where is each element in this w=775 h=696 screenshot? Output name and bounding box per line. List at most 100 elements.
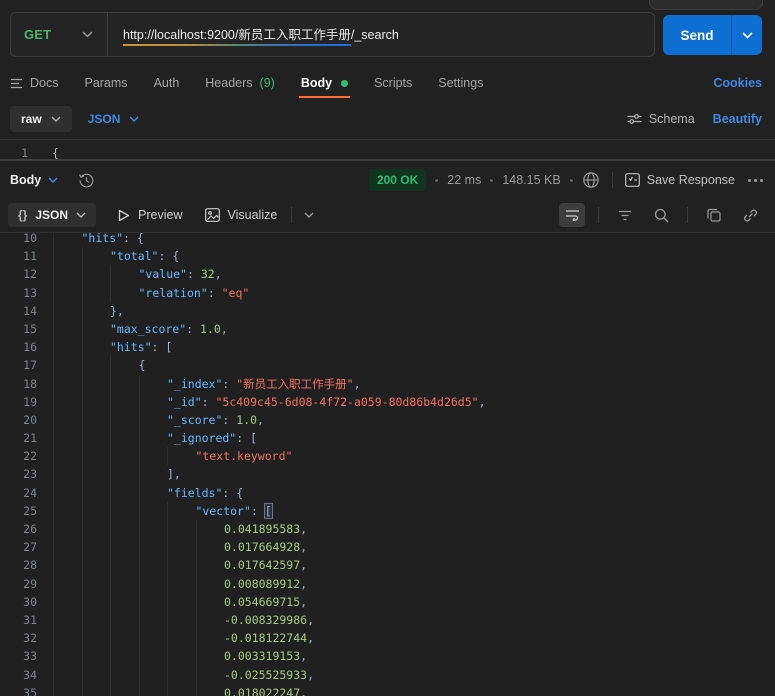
indent-guide <box>110 465 139 483</box>
body-language-dropdown[interactable]: JSON <box>88 112 140 126</box>
indent-guide <box>82 538 111 556</box>
indent-guide <box>196 593 225 611</box>
line-content: "max_score": 1.0, <box>53 320 228 338</box>
indent-guide <box>196 575 225 593</box>
json-punctuation: , <box>307 668 314 682</box>
code-line: 22"text.keyword" <box>0 447 775 465</box>
indent-guide <box>139 375 168 393</box>
indent-guide <box>167 629 196 647</box>
schema-button[interactable]: Schema <box>627 112 695 126</box>
line-number: 30 <box>0 593 37 611</box>
line-content: -0.025525933, <box>53 666 314 684</box>
divider <box>612 172 613 188</box>
tab-auth[interactable]: Auth <box>154 68 180 98</box>
body-mode-dropdown[interactable]: raw <box>10 106 72 132</box>
network-info-icon[interactable] <box>582 171 600 189</box>
indent-guide <box>196 538 225 556</box>
json-key: "max_score" <box>110 322 186 336</box>
line-content: 0.008089912, <box>53 575 307 593</box>
line-number: 11 <box>0 247 37 265</box>
editor-line-number: 1 <box>0 140 28 159</box>
tab-headers[interactable]: Headers (9) <box>205 68 275 98</box>
tab-body[interactable]: Body <box>301 68 348 98</box>
response-body-dropdown[interactable]: Body <box>10 173 58 187</box>
line-number: 23 <box>0 465 37 483</box>
indent-guide <box>53 338 82 356</box>
json-punctuation: , <box>300 522 307 536</box>
line-content: 0.018022247, <box>53 684 307 696</box>
copy-icon[interactable] <box>701 203 727 227</box>
send-button-group: Send <box>663 15 762 55</box>
code-line: 32-0.018122744, <box>0 629 775 647</box>
indent-guide <box>196 666 225 684</box>
json-number: 1.0 <box>236 413 257 427</box>
editor-line-text: { <box>52 140 59 159</box>
indent-guide <box>110 666 139 684</box>
response-history-icon[interactable] <box>78 172 95 189</box>
code-line: 25"vector": [ <box>0 502 775 520</box>
pane-resize-handle[interactable] <box>0 159 775 161</box>
line-content: 0.003319153, <box>53 647 307 665</box>
more-options-icon[interactable] <box>748 179 763 182</box>
wrap-text-icon[interactable] <box>559 203 585 227</box>
indent-guide <box>53 593 82 611</box>
indent-guide <box>82 338 111 356</box>
indent-guide <box>82 284 111 302</box>
json-key: "hits" <box>82 233 124 245</box>
line-number: 13 <box>0 284 37 302</box>
request-url-bar: GET http://localhost:9200/新员工入职工作手册/_sea… <box>10 12 655 57</box>
visualize-options-chevron-icon[interactable] <box>304 212 314 218</box>
response-format-dropdown[interactable]: {} JSON <box>8 203 96 227</box>
json-string: "text.keyword" <box>196 449 293 463</box>
beautify-button[interactable]: Beautify <box>713 112 762 126</box>
tab-params[interactable]: Params <box>84 68 127 98</box>
indent-guide <box>110 447 139 465</box>
indent-guide <box>139 484 168 502</box>
save-response-button[interactable]: Save Response <box>625 173 735 187</box>
indent-guide <box>167 447 196 465</box>
link-icon[interactable] <box>737 203 763 227</box>
indent-guide <box>196 611 225 629</box>
body-mode-label: raw <box>21 112 42 126</box>
json-punctuation: , <box>307 631 314 645</box>
cookies-link[interactable]: Cookies <box>713 68 762 98</box>
visualize-button[interactable]: Visualize <box>205 208 278 222</box>
send-options-button[interactable] <box>731 15 762 55</box>
indent-guide <box>82 520 111 538</box>
json-punctuation: , <box>300 577 307 591</box>
tab-label: Auth <box>154 76 180 90</box>
response-viewer-toolbar: {} JSON Preview Visualize <box>0 198 775 232</box>
method-selector[interactable]: GET <box>11 13 107 56</box>
indent-guide <box>167 502 196 520</box>
code-line: 17{ <box>0 356 775 374</box>
search-icon[interactable] <box>648 203 674 227</box>
body-toolbar: raw JSON Schema Beautify <box>0 104 775 134</box>
json-key: "total" <box>110 249 158 263</box>
tab-docs[interactable]: Docs <box>10 68 58 98</box>
line-number: 26 <box>0 520 37 538</box>
tab-settings[interactable]: Settings <box>438 68 483 98</box>
response-body-viewer[interactable]: 10"hits": {11"total": {12"value": 32,13"… <box>0 233 775 696</box>
url-input[interactable]: http://localhost:9200/新员工入职工作手册/_search <box>108 24 654 46</box>
tab-scripts[interactable]: Scripts <box>374 68 412 98</box>
tab-label: Settings <box>438 76 483 90</box>
code-line: 270.017664928, <box>0 538 775 556</box>
json-punctuation: , <box>300 558 307 572</box>
json-key: "relation" <box>139 286 208 300</box>
indent-guide <box>82 302 111 320</box>
indent-guide <box>139 393 168 411</box>
viewer-icon-cluster <box>559 198 763 232</box>
json-punctuation: { <box>139 358 146 372</box>
line-number: 16 <box>0 338 37 356</box>
indent-guide <box>53 447 82 465</box>
unsaved-dot-indicator <box>341 80 348 87</box>
line-number: 19 <box>0 393 37 411</box>
json-key: "vector" <box>196 504 251 518</box>
json-number: -0.018122744 <box>224 631 307 645</box>
json-punctuation: : <box>222 413 236 427</box>
send-button[interactable]: Send <box>663 15 731 55</box>
filter-icon[interactable] <box>612 203 638 227</box>
request-body-editor[interactable]: 1 { <box>0 140 775 159</box>
indent-guide <box>82 502 111 520</box>
preview-button[interactable]: Preview <box>118 208 182 222</box>
